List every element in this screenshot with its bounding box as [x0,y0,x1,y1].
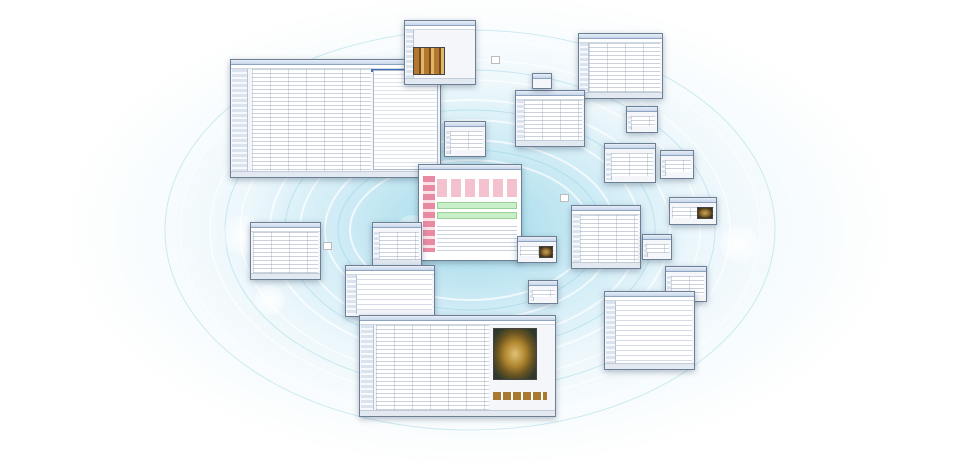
detail-panel [373,70,438,170]
status-bar [605,363,694,369]
content-area[interactable] [378,232,419,259]
window-list-right[interactable] [571,205,641,269]
content-area[interactable] [449,131,483,150]
menu-bar [405,26,475,30]
document-icon [491,56,500,64]
form-area[interactable] [251,69,372,171]
window-small[interactable] [528,280,558,304]
data-grid[interactable] [524,100,582,140]
status-bar [360,410,555,416]
data-grid[interactable] [588,43,660,92]
content-area[interactable] [646,244,669,253]
artifact-photo [492,328,538,380]
text-block [437,223,517,253]
title-bar [666,267,706,272]
thumbnail-photo [697,207,713,219]
window-form-lower-left[interactable] [345,265,435,317]
field-label-column [423,176,436,253]
status-bar [405,78,475,84]
status-bar [572,262,640,268]
title-bar [529,281,557,286]
sidebar-panel [580,43,590,96]
photo-thumbnail-strip [492,392,548,400]
window-small[interactable] [444,121,486,157]
content-area[interactable] [580,215,638,262]
form-area[interactable] [615,301,692,363]
status-bar [516,140,584,146]
artifact-photo [413,47,445,75]
status-bar [251,273,320,279]
sidebar-panel [361,325,374,414]
window-photo-record-bottom[interactable] [359,315,556,417]
highlighted-row [437,202,517,209]
content-area[interactable] [253,232,318,273]
content-area[interactable] [630,116,655,126]
window-report-center[interactable] [418,164,522,261]
title-bar [518,237,556,242]
window-list-left[interactable] [250,222,321,280]
window-form-bottom-right[interactable] [604,291,695,370]
window-small[interactable] [372,222,422,266]
window-small[interactable] [660,150,694,179]
title-bar [373,223,421,228]
status-bar [231,171,440,177]
sidebar-panel [606,301,616,367]
content-area[interactable] [664,160,691,172]
window-spreadsheet-mid[interactable] [515,90,585,147]
window-spreadsheet-top-right[interactable] [578,33,663,99]
window-small[interactable] [626,106,658,133]
form-area[interactable] [356,275,432,310]
title-bar [627,107,657,112]
document-icon [323,242,332,250]
sidebar-panel [347,275,357,314]
content-area[interactable] [611,153,653,176]
sidebar-panel [232,69,248,175]
window-small[interactable] [532,73,552,89]
title-bar [661,151,693,156]
header-fields [437,179,517,197]
data-grid[interactable] [375,325,489,410]
window-small[interactable] [669,197,717,225]
window-small[interactable] [604,143,656,183]
light-flare [255,285,285,315]
title-bar [419,165,521,170]
title-bar [643,235,671,240]
title-bar [670,198,716,203]
window-small[interactable] [517,236,557,263]
content-area[interactable] [532,290,555,297]
window-photo-card-top[interactable] [404,20,476,85]
status-bar [579,92,662,98]
document-icon [560,194,569,202]
light-flare [720,225,758,263]
window-small[interactable] [642,234,672,260]
thumbnail-photo [539,246,553,258]
title-bar [445,122,485,127]
title-bar [533,74,551,79]
title-bar [605,144,655,149]
highlighted-row [437,212,517,219]
